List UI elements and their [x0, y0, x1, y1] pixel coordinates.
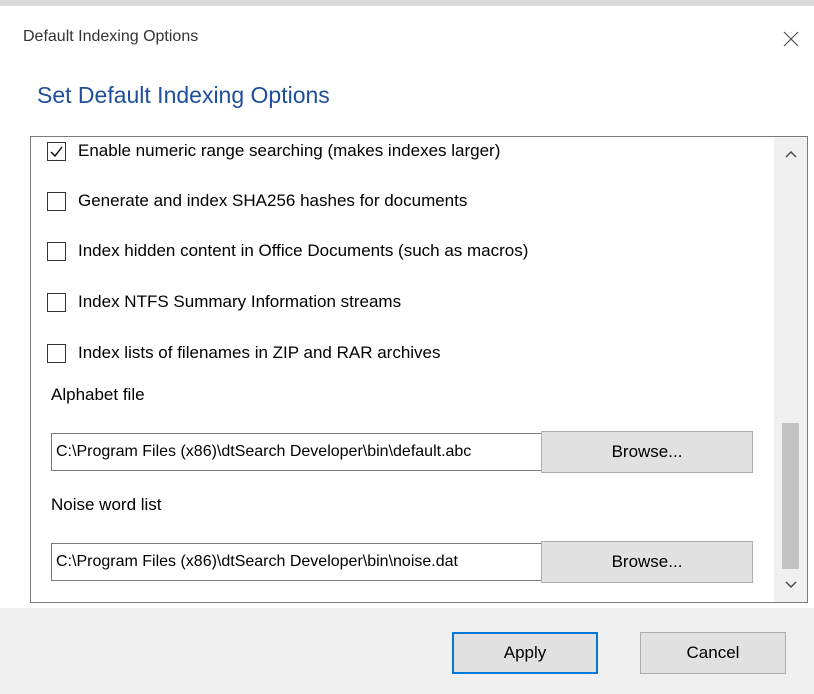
option-sha256[interactable]: Generate and index SHA256 hashes for doc… — [47, 191, 467, 211]
dialog-footer: Apply Cancel — [0, 608, 814, 694]
scroll-up-button[interactable] — [774, 137, 807, 171]
option-numeric-range[interactable]: Enable numeric range searching (makes in… — [47, 141, 500, 161]
checkbox[interactable] — [47, 141, 66, 161]
chevron-down-icon — [785, 581, 796, 588]
noise-browse-button[interactable]: Browse... — [541, 541, 753, 583]
options-scroll-panel[interactable]: Enable numeric range searching (makes in… — [30, 136, 808, 603]
option-label: Generate and index SHA256 hashes for doc… — [78, 191, 468, 210]
option-zip-rar[interactable]: Index lists of filenames in ZIP and RAR … — [47, 343, 441, 363]
title-bar: Default Indexing Options — [0, 6, 814, 64]
scroll-thumb[interactable] — [782, 423, 799, 569]
alphabet-file-label: Alphabet file — [51, 385, 145, 404]
cancel-button[interactable]: Cancel — [640, 632, 786, 674]
options-content: Enable numeric range searching (makes in… — [31, 137, 775, 602]
scroll-down-button[interactable] — [774, 568, 807, 602]
alphabet-browse-button[interactable]: Browse... — [541, 431, 753, 473]
checkbox[interactable] — [47, 241, 66, 261]
option-label: Index NTFS Summary Information streams — [78, 292, 402, 311]
option-label: Index hidden content in Office Documents… — [78, 241, 529, 260]
apply-button[interactable]: Apply — [452, 632, 598, 674]
chevron-up-icon — [785, 151, 796, 158]
noise-word-list-label: Noise word list — [51, 495, 162, 514]
page-title: Set Default Indexing Options — [37, 82, 330, 108]
option-ntfs-summary[interactable]: Index NTFS Summary Information streams — [47, 292, 401, 312]
alphabet-file-input[interactable] — [51, 433, 555, 471]
window-title: Default Indexing Options — [23, 28, 199, 45]
option-label: Enable numeric range searching (makes in… — [78, 141, 501, 160]
close-button[interactable] — [768, 16, 814, 62]
noise-word-list-input[interactable] — [51, 543, 555, 581]
checkbox[interactable] — [47, 292, 66, 312]
checkmark-icon — [50, 146, 63, 157]
option-label: Index lists of filenames in ZIP and RAR … — [78, 343, 441, 362]
checkbox[interactable] — [47, 191, 66, 211]
option-hidden-content[interactable]: Index hidden content in Office Documents… — [47, 241, 528, 261]
checkbox[interactable] — [47, 343, 66, 363]
close-icon — [783, 31, 799, 47]
vertical-scrollbar[interactable] — [774, 137, 807, 602]
